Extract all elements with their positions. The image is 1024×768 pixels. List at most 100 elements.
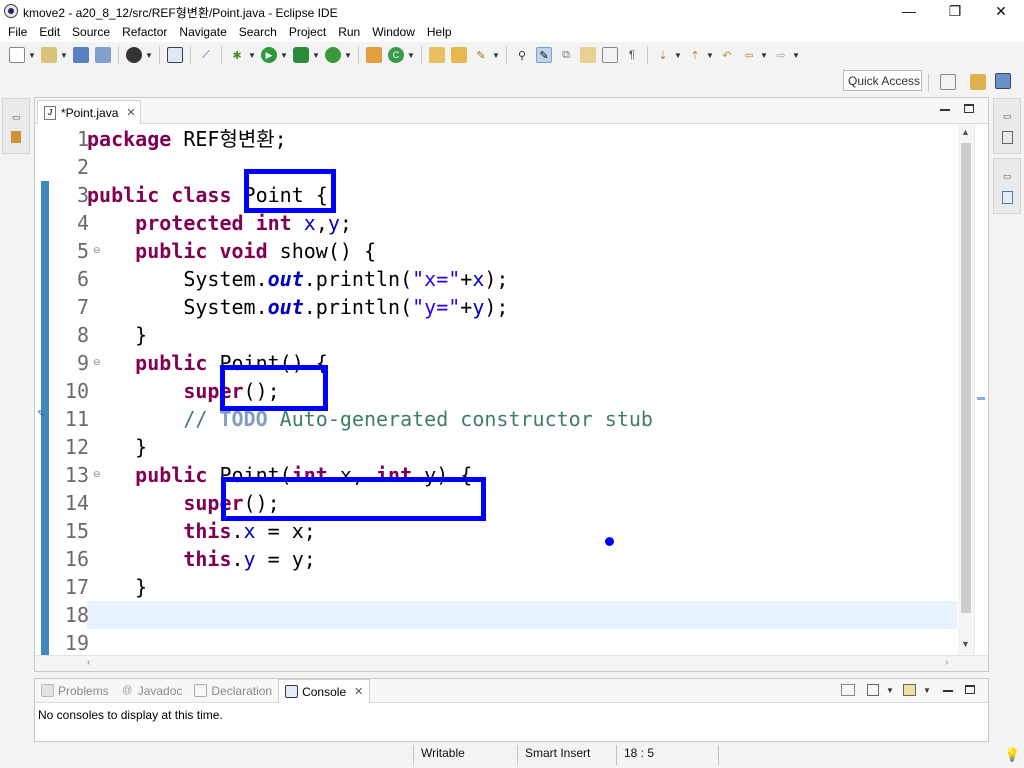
toggle-word-wrap-icon[interactable] [602, 47, 618, 63]
code-line[interactable]: System.out.println("y="+y); [87, 293, 508, 321]
skip-breakpoints-icon[interactable]: ⟋ [198, 47, 214, 63]
chevron-down-icon[interactable]: ▼ [344, 51, 352, 60]
tab-declaration[interactable]: Declaration [188, 679, 278, 703]
chevron-down-icon[interactable]: ▼ [886, 686, 894, 695]
back-arrow-icon[interactable]: ⇦ [741, 47, 757, 63]
code-line[interactable]: } [87, 573, 147, 601]
run-icon[interactable]: ▶ [261, 47, 277, 63]
close-tab-icon[interactable]: ✕ [126, 106, 135, 119]
chevron-down-icon[interactable]: ▼ [145, 51, 153, 60]
chevron-down-icon[interactable]: ▼ [492, 51, 500, 60]
code-line[interactable]: System.out.println("x="+x); [87, 265, 508, 293]
maximize-view-icon[interactable] [964, 104, 974, 113]
new-java-package-icon[interactable] [366, 47, 382, 63]
vertical-scrollbar[interactable]: ▲ ▼ [958, 125, 974, 655]
toggle-ant-editor-icon[interactable]: ⚲ [514, 47, 530, 63]
menu-window[interactable]: Window [366, 22, 421, 42]
last-edit-location-icon[interactable]: ↶ [719, 47, 735, 63]
chevron-down-icon[interactable]: ▼ [60, 51, 68, 60]
new-console-icon[interactable] [903, 684, 916, 696]
open-perspective-icon[interactable] [940, 74, 956, 90]
new-file-icon[interactable] [9, 47, 25, 63]
menu-help[interactable]: Help [421, 22, 458, 42]
tab-javadoc[interactable]: @ Javadoc [115, 679, 189, 703]
debug-icon[interactable]: ✱ [229, 47, 245, 63]
chevron-down-icon[interactable]: ▼ [280, 51, 288, 60]
terminal-icon[interactable] [167, 47, 183, 63]
code-line[interactable]: } [87, 321, 147, 349]
package-explorer-icon[interactable] [11, 131, 21, 143]
coverage-icon[interactable] [293, 47, 309, 63]
java-ee-perspective-icon[interactable] [970, 74, 986, 90]
scroll-up-icon[interactable]: ▲ [961, 127, 970, 137]
restore-icon[interactable]: ▭ [1003, 171, 1012, 182]
open-folder-icon[interactable] [41, 47, 57, 63]
tab-problems[interactable]: Problems [35, 679, 115, 703]
menu-refactor[interactable]: Refactor [116, 22, 173, 42]
menu-project[interactable]: Project [283, 22, 332, 42]
menu-edit[interactable]: Edit [33, 22, 66, 42]
menu-run[interactable]: Run [332, 22, 366, 42]
menu-search[interactable]: Search [233, 22, 283, 42]
new-java-class-icon[interactable]: C [388, 47, 404, 63]
chevron-down-icon[interactable]: ▼ [248, 51, 256, 60]
menu-file[interactable]: File [2, 22, 33, 42]
display-console-icon[interactable] [867, 684, 879, 696]
minimize-button[interactable]: — [886, 0, 932, 22]
search-icon[interactable]: ✎ [473, 47, 489, 63]
show-whitespace-icon[interactable] [580, 47, 596, 63]
menu-source[interactable]: Source [66, 22, 116, 42]
close-window-button[interactable]: ✕ [978, 0, 1024, 22]
forward-arrow-icon[interactable]: ⇨ [773, 47, 789, 63]
overview-ruler[interactable] [974, 125, 988, 655]
toggle-mark-occurrences-icon[interactable]: ✎ [536, 47, 552, 63]
chevron-down-icon[interactable]: ▼ [923, 686, 931, 695]
next-annotation-icon[interactable]: ⇣ [655, 47, 671, 63]
maximize-button[interactable]: ❐ [932, 0, 978, 22]
scrollbar-thumb[interactable] [961, 143, 971, 613]
code-line[interactable]: this.y = y; [87, 545, 315, 573]
java-perspective-icon[interactable] [995, 73, 1011, 89]
task-list-icon[interactable] [1002, 191, 1013, 204]
code-line[interactable]: public void show() { [87, 237, 376, 265]
close-tab-icon[interactable]: ✕ [354, 685, 363, 698]
overview-marker[interactable] [977, 397, 985, 400]
open-task-icon[interactable] [451, 47, 467, 63]
tip-lightbulb-icon[interactable]: 💡 [1004, 747, 1020, 763]
external-tools-icon[interactable] [325, 47, 341, 63]
previous-annotation-icon[interactable]: ⇡ [687, 47, 703, 63]
target-icon[interactable] [126, 47, 142, 63]
code-line[interactable]: package REF형변환; [87, 125, 287, 153]
chevron-down-icon[interactable]: ▼ [792, 51, 800, 60]
tab-console[interactable]: Console ✕ [278, 679, 371, 703]
maximize-view-icon[interactable] [965, 685, 975, 694]
chevron-down-icon[interactable]: ▼ [312, 51, 320, 60]
chevron-down-icon[interactable]: ▼ [407, 51, 415, 60]
save-icon[interactable] [73, 47, 89, 63]
horizontal-scrollbar[interactable]: ‹ › [35, 655, 988, 671]
paragraph-icon[interactable]: ¶ [624, 47, 640, 63]
code-editor[interactable]: ✎ 1 2 3 4 5 ⊖ 6 7 8 9 ⊖ 10 11 12 13 ⊖ 14 15 16 17 18 19 packa… [35, 125, 988, 655]
scroll-left-icon[interactable]: ‹ [87, 657, 90, 668]
code-line[interactable]: this.x = x; [87, 517, 315, 545]
menu-navigate[interactable]: Navigate [173, 22, 232, 42]
save-all-icon[interactable] [95, 47, 111, 63]
chevron-down-icon[interactable]: ▼ [760, 51, 768, 60]
restore-icon[interactable]: ▭ [1003, 111, 1012, 122]
chevron-down-icon[interactable]: ▼ [674, 51, 682, 60]
toggle-block-selection-icon[interactable]: ⧉ [558, 47, 574, 63]
chevron-down-icon[interactable]: ▼ [706, 51, 714, 60]
code-line[interactable]: } [87, 433, 147, 461]
outline-view-icon[interactable] [1002, 131, 1013, 144]
tab-point-java[interactable]: J *Point.java ✕ [37, 100, 141, 124]
open-type-icon[interactable] [429, 47, 445, 63]
code-line[interactable]: // TODO Auto-generated constructor stub [87, 405, 653, 433]
scroll-right-icon[interactable]: › [945, 657, 948, 668]
code-line[interactable]: protected int x,y; [87, 209, 352, 237]
chevron-down-icon[interactable]: ▼ [28, 51, 36, 60]
open-console-icon[interactable] [841, 684, 855, 696]
minimize-view-icon[interactable] [943, 690, 953, 692]
restore-icon[interactable]: ▭ [12, 112, 21, 123]
scroll-down-icon[interactable]: ▼ [961, 639, 970, 649]
minimize-view-icon[interactable] [940, 109, 950, 111]
